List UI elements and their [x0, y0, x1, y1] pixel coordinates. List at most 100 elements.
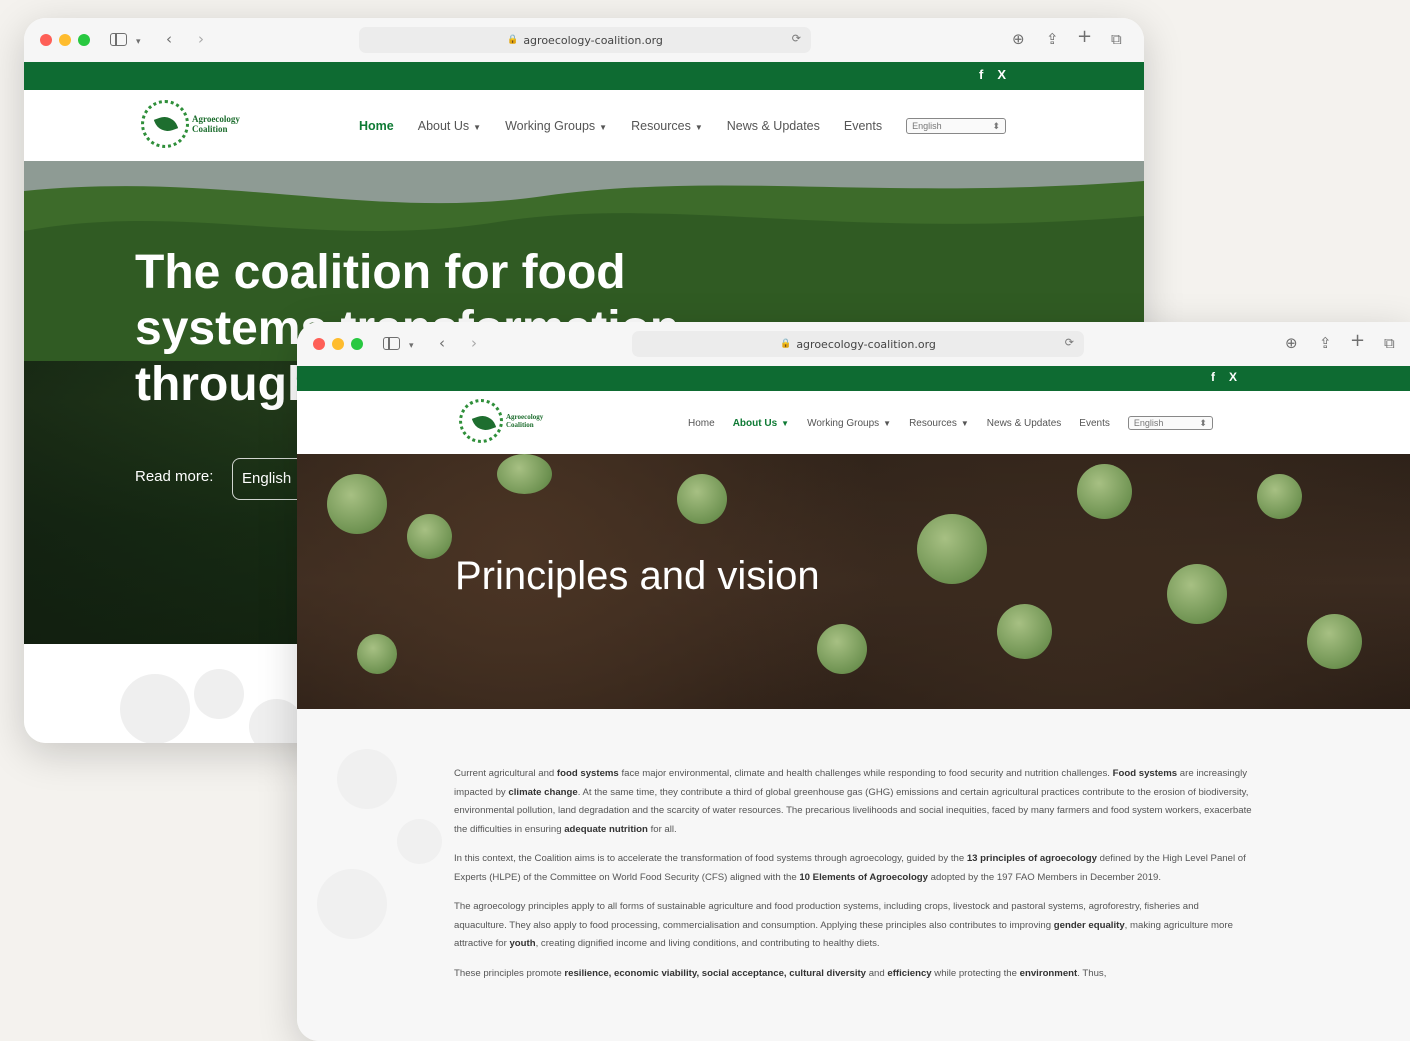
language-select-value: English: [912, 121, 942, 131]
nav-item-home[interactable]: Home: [688, 418, 715, 429]
nav-item-label: News & Updates: [986, 417, 1062, 429]
url-text: agroecology-coalition.org: [523, 33, 663, 47]
address-bar[interactable]: 🔒 agroecology-coalition.org ⟳: [632, 331, 1084, 357]
decorative-bubble: [337, 749, 397, 809]
nav-item-about-us[interactable]: About Us ▼: [418, 119, 481, 133]
logo-line2: Coalition: [192, 124, 228, 134]
content-paragraph: In this context, the Coalition aims is t…: [454, 853, 1246, 883]
browser-titlebar: ▾ ‹ › 🔒 agroecology-coalition.org ⟳ ⊕ ⇪ …: [297, 322, 1410, 366]
nav-item-news-updates[interactable]: News & Updates: [727, 119, 820, 133]
reload-icon[interactable]: ⟳: [792, 32, 801, 45]
chevron-down-icon: ▼: [781, 418, 790, 428]
browser-titlebar: ▾ ‹ › 🔒 agroecology-coalition.org ⟳ ⊕ ⇪ …: [24, 18, 1144, 62]
content-paragraph: The agroecology principles apply to all …: [454, 901, 1233, 949]
read-more-label: Read more:: [135, 468, 214, 485]
decorative-bubble: [397, 819, 442, 864]
back-arrow-icon[interactable]: ‹: [439, 334, 445, 352]
minimize-window-button[interactable]: [332, 338, 344, 350]
nav-item-label: Working Groups: [505, 119, 596, 133]
tabs-overview-icon[interactable]: ⧉: [1111, 30, 1122, 48]
chevron-down-icon[interactable]: ▾: [409, 337, 414, 355]
nav-item-label: Working Groups: [807, 417, 880, 429]
nav-item-home[interactable]: Home: [359, 119, 394, 133]
new-tab-icon[interactable]: +: [1077, 28, 1092, 46]
content-paragraph: Current agricultural and food systems fa…: [454, 768, 1252, 835]
site-navbar: Agroecology Coalition Home About Us ▼ Workin…: [24, 90, 1144, 161]
nav-item-label: News & Updates: [726, 119, 820, 133]
nav-item-working-groups[interactable]: Working Groups ▼: [807, 418, 891, 429]
page-title: Principles and vision: [455, 554, 820, 598]
new-tab-icon[interactable]: +: [1350, 332, 1365, 350]
decorative-bubble: [194, 669, 244, 719]
hero-banner: Principles and vision: [297, 454, 1410, 709]
facebook-icon[interactable]: f: [1211, 370, 1215, 384]
address-bar[interactable]: 🔒 agroecology-coalition.org ⟳: [359, 27, 811, 53]
site-navbar: Agroecology Coalition Home About Us ▼ Workin…: [297, 391, 1410, 454]
page-content: Current agricultural and food systems fa…: [297, 709, 1410, 1041]
nav-item-label: Resources: [631, 119, 691, 133]
decorative-bubble: [249, 699, 304, 743]
maximize-window-button[interactable]: [351, 338, 363, 350]
window-controls: [313, 338, 363, 350]
decorative-bubble: [120, 674, 190, 743]
minimize-window-button[interactable]: [59, 34, 71, 46]
content-paragraph: These principles promote resilience, eco…: [454, 967, 1107, 979]
social-topbar: f X: [297, 366, 1410, 391]
reload-icon[interactable]: ⟳: [1065, 336, 1074, 349]
select-arrows-icon: ⬍: [1199, 417, 1207, 428]
lock-icon: 🔒: [507, 35, 519, 45]
nav-item-label: Home: [359, 119, 394, 133]
nav-item-events[interactable]: Events: [1079, 418, 1110, 429]
forward-arrow-icon[interactable]: ›: [471, 334, 477, 352]
lock-icon: 🔒: [780, 339, 792, 349]
download-icon[interactable]: ⊕: [1012, 30, 1025, 48]
share-icon[interactable]: ⇪: [1319, 334, 1332, 352]
chevron-down-icon: ▼: [694, 123, 703, 132]
x-twitter-icon[interactable]: X: [997, 67, 1006, 82]
browser-window-front: ▾ ‹ › 🔒 agroecology-coalition.org ⟳ ⊕ ⇪ …: [297, 322, 1410, 1041]
chevron-down-icon: ▼: [473, 123, 482, 132]
nav-item-resources[interactable]: Resources ▼: [909, 418, 969, 429]
x-twitter-icon[interactable]: X: [1229, 370, 1237, 384]
nav-item-label: About Us: [732, 417, 778, 429]
logo-line1: Agroecology: [506, 413, 544, 421]
nav-item-label: Home: [688, 417, 715, 429]
language-select[interactable]: English ⬍: [1127, 416, 1213, 430]
back-arrow-icon[interactable]: ‹: [166, 30, 172, 48]
principles-text: Current agricultural and food systems fa…: [454, 765, 1254, 994]
download-icon[interactable]: ⊕: [1285, 334, 1298, 352]
leaf-logo-icon: [141, 100, 189, 148]
nav-item-working-groups[interactable]: Working Groups ▼: [505, 119, 607, 133]
decorative-bubble: [317, 869, 387, 939]
chevron-down-icon: ▼: [599, 123, 608, 132]
chevron-down-icon: ▼: [960, 418, 969, 428]
nav-item-events[interactable]: Events: [844, 119, 882, 133]
main-menu: Home About Us ▼ Working Groups ▼ Resources ▼ Ne…: [688, 416, 1213, 430]
language-select[interactable]: English ⬍: [906, 118, 1007, 134]
sidebar-toggle-icon[interactable]: [383, 337, 400, 350]
forward-arrow-icon[interactable]: ›: [198, 30, 204, 48]
site-logo[interactable]: Agroecology Coalition: [459, 399, 566, 443]
nav-item-label: About Us: [417, 119, 470, 133]
language-select-value: English: [1133, 418, 1164, 428]
site-logo[interactable]: Agroecology Coalition: [141, 100, 252, 148]
maximize-window-button[interactable]: [78, 34, 90, 46]
nav-item-label: Events: [843, 119, 883, 133]
main-menu: Home About Us ▼ Working Groups ▼ Resources ▼ Ne…: [359, 118, 1007, 134]
select-arrows-icon: ⬍: [992, 120, 1001, 131]
close-window-button[interactable]: [313, 338, 325, 350]
url-text: agroecology-coalition.org: [796, 337, 936, 351]
nav-item-label: Events: [1079, 417, 1110, 429]
sidebar-toggle-icon[interactable]: [110, 33, 127, 46]
logo-line1: Agroecology: [192, 114, 240, 124]
tabs-overview-icon[interactable]: ⧉: [1384, 334, 1395, 352]
chevron-down-icon[interactable]: ▾: [136, 33, 141, 51]
facebook-icon[interactable]: f: [979, 67, 983, 82]
nav-item-resources[interactable]: Resources ▼: [631, 119, 703, 133]
logo-line2: Coalition: [506, 421, 534, 429]
nav-item-about-us[interactable]: About Us ▼: [733, 418, 789, 429]
social-topbar: f X: [24, 62, 1144, 90]
nav-item-news-updates[interactable]: News & Updates: [987, 418, 1061, 429]
close-window-button[interactable]: [40, 34, 52, 46]
share-icon[interactable]: ⇪: [1046, 30, 1059, 48]
